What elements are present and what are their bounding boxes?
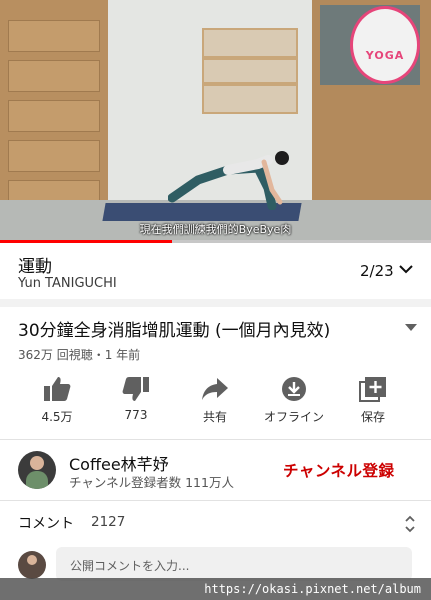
video-meta: 362万 回視聴・1 年前: [18, 348, 141, 362]
like-button[interactable]: 4.5万: [22, 372, 92, 425]
channel-watermark-logo: YOGA: [350, 6, 420, 84]
playlist-header[interactable]: 運動 Yun TANIGUCHI 2/23: [0, 243, 431, 299]
channel-avatar[interactable]: [18, 451, 56, 489]
thumbs-down-icon: [122, 377, 149, 401]
playlist-position: 2/23: [360, 262, 394, 280]
comments-count: 2127: [91, 514, 126, 530]
subscribe-button[interactable]: チャンネル登録: [283, 459, 395, 481]
save-label: 保存: [360, 410, 385, 424]
comment-input[interactable]: 公開コメントを入力...: [56, 547, 412, 581]
section-divider: [0, 299, 431, 307]
share-button[interactable]: 共有: [180, 372, 250, 425]
user-avatar: [18, 551, 46, 579]
video-player[interactable]: YOGA 現在我們訓練我們的ByeBye肉: [0, 0, 431, 243]
watermark-url: https://okasi.pixnet.net/album: [0, 578, 431, 600]
chevron-down-icon[interactable]: [398, 263, 414, 275]
download-button[interactable]: オフライン: [259, 372, 329, 425]
download-icon: [282, 377, 306, 401]
expand-description-icon[interactable]: [404, 322, 418, 332]
video-subtitle: 現在我們訓練我們的ByeBye肉: [139, 223, 292, 236]
playlist-owner: Yun TANIGUCHI: [18, 276, 117, 291]
video-frame-person: [168, 151, 289, 210]
thumbs-up-icon: [44, 377, 71, 401]
dislike-button[interactable]: 773: [101, 372, 171, 422]
comments-header-label[interactable]: コメント: [18, 513, 74, 533]
expand-collapse-icon[interactable]: [403, 514, 417, 534]
channel-subscriber-count: チャンネル登録者数 111万人: [69, 475, 234, 490]
like-count: 4.5万: [41, 410, 73, 424]
dislike-count: 773: [124, 408, 148, 422]
divider: [0, 500, 431, 501]
share-label: 共有: [202, 410, 227, 424]
share-icon: [202, 378, 228, 400]
video-frame-cabinet: [0, 0, 108, 215]
download-label: オフライン: [263, 410, 324, 424]
divider: [0, 439, 431, 440]
playlist-title: 運動: [18, 257, 52, 277]
action-bar: 4.5万 773 共有 オフライン 保存: [0, 372, 431, 432]
add-to-playlist-icon: [359, 377, 386, 402]
save-button[interactable]: 保存: [338, 372, 408, 425]
video-title[interactable]: 30分鐘全身消脂增肌運動 (一個月內見效): [18, 316, 398, 341]
video-frame-shelf: [202, 28, 298, 114]
